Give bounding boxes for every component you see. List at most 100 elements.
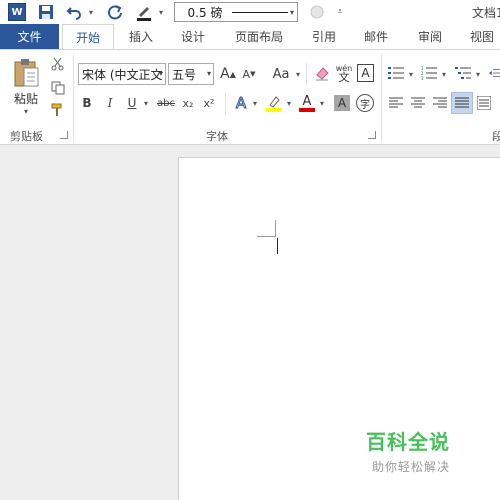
- grow-font-button[interactable]: A ▲: [219, 65, 237, 83]
- ribbon-home: 粘贴 ▾ 剪贴板 宋体 (中文正文 ▾ 五号 ▾ A ▲ A ▼ Aa ▾ wén …: [0, 49, 500, 145]
- change-case-button[interactable]: Aa: [268, 65, 294, 83]
- circle-icon[interactable]: [308, 2, 326, 22]
- chevron-down-icon: ▾: [289, 7, 294, 17]
- tab-file[interactable]: 文件: [0, 24, 59, 49]
- multilevel-list-icon[interactable]: [455, 64, 471, 82]
- tab-review[interactable]: 审阅: [408, 24, 452, 49]
- phonetic-guide-char: 文: [338, 71, 350, 84]
- clipboard-group-label: 剪贴板: [10, 130, 43, 143]
- margin-corner-mark: [275, 220, 276, 237]
- shrink-font-button[interactable]: A ▼: [240, 65, 258, 83]
- document-title: 文档1: [472, 6, 500, 20]
- paragraph-group-label: 段: [492, 130, 500, 143]
- character-shading-button[interactable]: A: [334, 95, 350, 111]
- underline-label: U: [127, 96, 137, 110]
- divider: [225, 93, 226, 115]
- tab-mailings[interactable]: 邮件: [354, 24, 398, 49]
- customize-qat-icon[interactable]: ⩡: [334, 2, 346, 22]
- format-painter-icon[interactable]: [50, 102, 66, 118]
- watermark-logo: 百科全说 助你轻松解决: [366, 426, 486, 475]
- svg-text:3: 3: [421, 76, 424, 80]
- font-size-value: 五号: [172, 67, 197, 82]
- chevron-down-icon[interactable]: ▾: [320, 99, 324, 108]
- chevron-down-icon[interactable]: ▾: [296, 70, 300, 79]
- underline-button[interactable]: U: [125, 94, 139, 112]
- align-left-icon[interactable]: [388, 95, 404, 111]
- align-center-icon[interactable]: [410, 95, 426, 111]
- chevron-down-icon[interactable]: ▾: [442, 70, 446, 79]
- bold-label: B: [82, 96, 92, 110]
- strikethrough-label: abc: [157, 97, 175, 109]
- watermark-title: 百科全说: [366, 430, 450, 454]
- bullets-icon[interactable]: [388, 64, 404, 82]
- justify-icon[interactable]: [451, 92, 473, 114]
- watermark-subtitle: 助你轻松解决: [372, 460, 451, 474]
- text-cursor: [277, 238, 278, 254]
- text-effects-button[interactable]: A: [232, 93, 250, 113]
- subscript-button[interactable]: x₂: [180, 94, 196, 112]
- margin-corner-mark: [257, 236, 276, 237]
- align-right-icon[interactable]: [432, 95, 448, 111]
- tab-design[interactable]: 设计: [171, 24, 215, 49]
- font-name-select[interactable]: 宋体 (中文正文 ▾: [78, 63, 166, 85]
- grow-font-icon: ▲: [229, 69, 236, 79]
- font-launcher-icon[interactable]: [368, 131, 376, 139]
- word-app-icon[interactable]: W: [8, 3, 26, 21]
- chevron-down-icon: ▾: [206, 69, 211, 78]
- clipboard-launcher-icon[interactable]: [60, 131, 68, 139]
- tab-references[interactable]: 引用: [302, 24, 346, 49]
- save-icon[interactable]: [38, 2, 54, 22]
- highlight-icon[interactable]: [264, 93, 284, 113]
- font-color-swatch: [299, 107, 315, 112]
- group-divider: [73, 54, 74, 142]
- pen-color-icon[interactable]: [135, 2, 153, 22]
- chevron-down-icon: ▾: [23, 107, 28, 116]
- phonetic-guide-button[interactable]: wén 文: [335, 61, 353, 85]
- bold-button[interactable]: B: [80, 94, 94, 112]
- repeat-icon[interactable]: [106, 2, 124, 22]
- tab-view[interactable]: 视图: [460, 24, 500, 49]
- enclose-characters-label: 字: [360, 99, 370, 111]
- character-border-button[interactable]: A: [357, 64, 374, 82]
- undo-dropdown-arrow[interactable]: ▾: [86, 2, 96, 22]
- decrease-indent-icon[interactable]: [489, 64, 500, 82]
- tab-home[interactable]: 开始: [62, 24, 114, 50]
- font-size-select[interactable]: 五号 ▾: [168, 63, 214, 85]
- italic-button[interactable]: I: [103, 94, 117, 112]
- enclose-characters-button[interactable]: 字: [356, 94, 374, 112]
- font-name-value: 宋体 (中文正文: [82, 67, 163, 82]
- quick-access-toolbar: W ▾ ▾ 0.5 磅 ▾ ⩡ 文档1: [0, 0, 500, 24]
- font-group-label: 字体: [206, 130, 228, 143]
- copy-icon[interactable]: [50, 80, 66, 96]
- pen-dropdown-arrow[interactable]: ▾: [156, 2, 166, 22]
- group-divider: [381, 54, 382, 142]
- distributed-icon[interactable]: [476, 95, 492, 111]
- numbering-icon[interactable]: 123: [421, 64, 437, 82]
- text-effects-label: A: [235, 94, 247, 113]
- character-border-label: A: [361, 66, 370, 80]
- change-case-label: Aa: [272, 66, 290, 82]
- chevron-down-icon[interactable]: ▾: [476, 70, 480, 79]
- subscript-label: x₂: [182, 96, 194, 110]
- chevron-down-icon[interactable]: ▾: [409, 70, 413, 79]
- font-color-button[interactable]: A: [298, 93, 316, 113]
- shrink-font-label: A: [242, 67, 251, 81]
- strikethrough-button[interactable]: abc: [156, 94, 176, 112]
- cut-icon[interactable]: [50, 56, 66, 72]
- grow-font-label: A: [220, 66, 230, 82]
- line-weight-value: 0.5 磅: [187, 5, 223, 20]
- chevron-down-icon[interactable]: ▾: [287, 99, 291, 108]
- tab-insert[interactable]: 插入: [119, 24, 163, 49]
- chevron-down-icon[interactable]: ▾: [253, 99, 257, 108]
- ribbon-tabs: 文件 开始 插入 设计 页面布局 引用 邮件 审阅 视图: [0, 24, 500, 50]
- shrink-font-icon: ▼: [250, 70, 256, 78]
- undo-icon[interactable]: [66, 2, 82, 22]
- clear-formatting-icon[interactable]: [313, 63, 331, 83]
- tab-page-layout[interactable]: 页面布局: [225, 24, 293, 49]
- paste-button[interactable]: 粘贴 ▾: [6, 56, 46, 118]
- italic-label: I: [107, 96, 113, 110]
- chevron-down-icon[interactable]: ▾: [144, 99, 148, 108]
- chevron-down-icon: ▾: [158, 69, 163, 78]
- superscript-button[interactable]: x²: [201, 94, 217, 112]
- line-weight-select[interactable]: 0.5 磅 ▾: [174, 2, 298, 22]
